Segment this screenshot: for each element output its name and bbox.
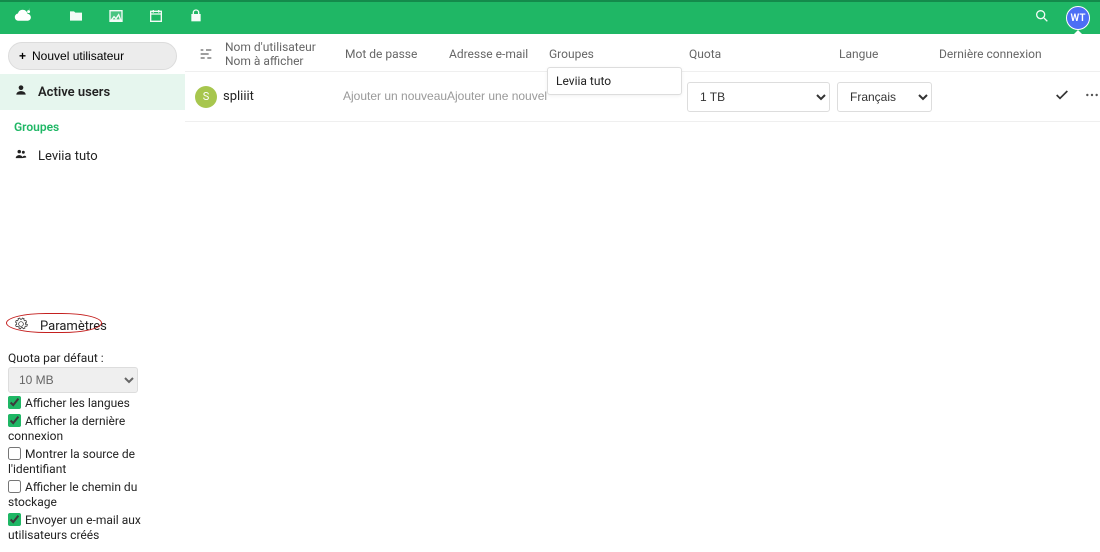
- files-icon[interactable]: [68, 8, 84, 28]
- th-language: Langue: [837, 47, 937, 61]
- settings-label: Paramètres: [40, 319, 107, 334]
- table-row: S spliiit Leviia tuto 1 TB Français: [185, 72, 1100, 122]
- new-user-button[interactable]: + Nouvel utilisateur: [8, 42, 177, 70]
- th-groups: Groupes: [547, 47, 687, 61]
- sidebar-item-label: Active users: [38, 85, 110, 100]
- sidebar-group-item[interactable]: Leviia tuto: [0, 138, 185, 174]
- row-avatar: S: [195, 86, 217, 108]
- user-icon: [14, 83, 28, 101]
- plus-icon: +: [19, 49, 26, 63]
- user-avatar[interactable]: WT: [1066, 6, 1090, 30]
- default-quota-select[interactable]: 10 MB: [8, 367, 138, 393]
- th-quota: Quota: [687, 47, 837, 61]
- opt-show-storage-path[interactable]: Afficher le chemin du stockage: [8, 478, 181, 510]
- quota-select[interactable]: 1 TB: [687, 82, 830, 112]
- sidebar-groups-title: Groupes: [0, 110, 185, 138]
- settings-toggle[interactable]: Paramètres: [6, 311, 185, 341]
- calendar-icon[interactable]: [148, 8, 164, 28]
- photos-icon[interactable]: [108, 8, 124, 28]
- search-icon[interactable]: [1034, 8, 1050, 28]
- activity-icon[interactable]: [188, 8, 204, 28]
- email-input[interactable]: [447, 89, 547, 103]
- topbar: WT: [0, 0, 1100, 34]
- app-logo[interactable]: [10, 4, 38, 32]
- toggle-columns-icon[interactable]: [196, 46, 216, 62]
- checkbox-langs[interactable]: [8, 396, 21, 409]
- new-user-label: Nouvel utilisateur: [32, 49, 124, 63]
- content-area: Nom d'utilisateur Nom à afficher Mot de …: [185, 34, 1100, 552]
- th-email: Adresse e-mail: [447, 47, 547, 61]
- checkbox-storage[interactable]: [8, 480, 21, 493]
- sidebar: + Nouvel utilisateur Active users Groupe…: [0, 34, 185, 552]
- opt-show-backend[interactable]: Montrer la source de l'identifiant: [8, 445, 181, 477]
- settings-block: Paramètres Quota par défaut : 10 MB Affi…: [0, 305, 185, 552]
- settings-panel: Quota par défaut : 10 MB Afficher les la…: [6, 341, 185, 546]
- top-nav: [68, 8, 204, 28]
- group-icon: [14, 147, 28, 165]
- default-quota-label: Quota par défaut :: [8, 351, 181, 365]
- groups-popup[interactable]: Leviia tuto: [547, 67, 682, 95]
- opt-send-email[interactable]: Envoyer un e-mail aux utilisateurs créés: [8, 511, 181, 543]
- checkbox-email[interactable]: [8, 513, 21, 526]
- checkbox-last-login[interactable]: [8, 414, 21, 427]
- confirm-icon[interactable]: [1047, 87, 1077, 107]
- language-select[interactable]: Français: [837, 82, 932, 112]
- sidebar-group-label: Leviia tuto: [38, 149, 98, 164]
- th-last-login: Dernière connexion: [937, 47, 1047, 61]
- checkbox-backend[interactable]: [8, 447, 21, 460]
- more-icon[interactable]: [1077, 87, 1100, 107]
- password-input[interactable]: [343, 89, 447, 103]
- cell-username[interactable]: spliiit: [223, 89, 343, 104]
- gear-icon: [14, 317, 28, 335]
- th-username: Nom d'utilisateur Nom à afficher: [223, 40, 343, 68]
- sidebar-item-active-users[interactable]: Active users: [0, 74, 185, 110]
- opt-show-last-login[interactable]: Afficher la dernière connexion: [8, 412, 181, 444]
- opt-show-languages[interactable]: Afficher les langues: [8, 394, 181, 411]
- th-password: Mot de passe: [343, 47, 447, 61]
